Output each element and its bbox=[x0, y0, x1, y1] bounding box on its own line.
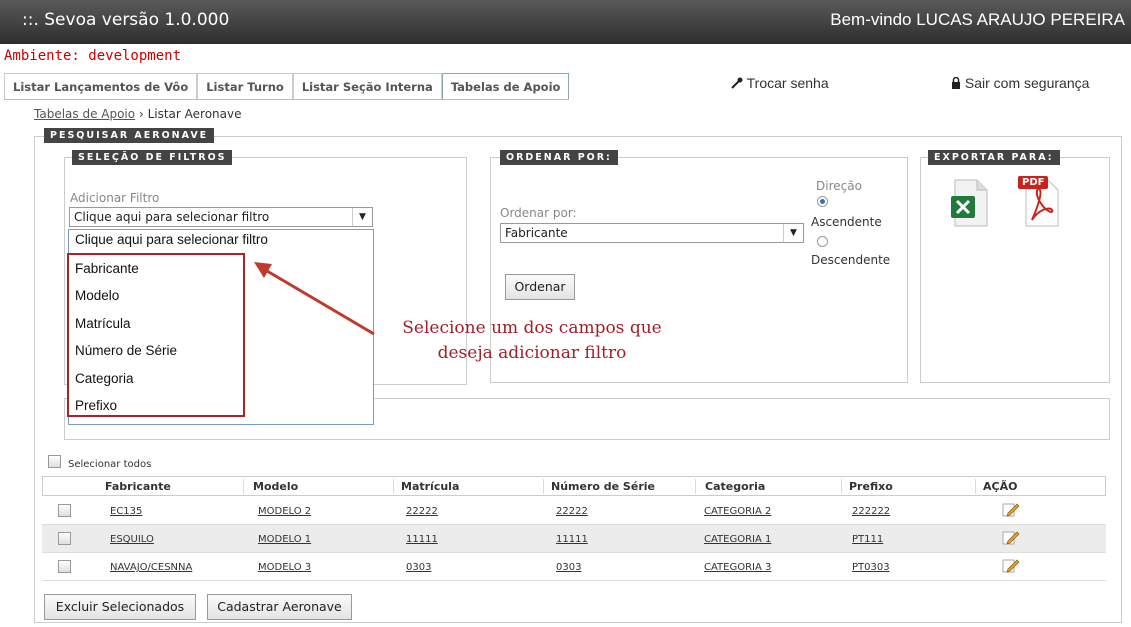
pdf-badge: PDF bbox=[1018, 176, 1049, 189]
select-all-label: Selecionar todos bbox=[68, 459, 152, 470]
row-checkbox[interactable] bbox=[58, 532, 71, 545]
descending-label: Descendente bbox=[811, 253, 891, 267]
select-all-checkbox[interactable] bbox=[48, 455, 61, 468]
cell-modelo[interactable]: MODELO 2 bbox=[258, 506, 311, 517]
column-header[interactable]: Categoria bbox=[705, 480, 765, 493]
export-section-legend: EXPORTAR PARA: bbox=[928, 150, 1060, 165]
edit-icon[interactable] bbox=[1002, 557, 1020, 573]
annotation-line-1: Selecione um dos campos que bbox=[402, 318, 662, 338]
welcome-message: Bem-vindo LUCAS ARAUJO PEREIRA bbox=[830, 10, 1125, 29]
filter-select[interactable]: Clique aqui para selecionar filtro ▼ bbox=[69, 207, 373, 227]
add-filter-label: Adicionar Filtro bbox=[70, 191, 160, 205]
app-title: ::. Sevoa versão 1.0.000 bbox=[22, 10, 230, 30]
column-header[interactable]: Modelo bbox=[253, 480, 298, 493]
order-by-label: Ordenar por: bbox=[500, 206, 577, 220]
cell-categoria[interactable]: CATEGORIA 1 bbox=[704, 534, 771, 545]
edit-icon[interactable] bbox=[1002, 529, 1020, 545]
excel-icon[interactable] bbox=[949, 178, 989, 228]
lock-icon bbox=[952, 76, 960, 89]
annotation-highlight-box bbox=[67, 253, 245, 417]
annotation-line-2: deseja adicionar filtro bbox=[437, 343, 627, 363]
cell-prefixo[interactable]: 222222 bbox=[852, 506, 890, 517]
register-aircraft-button[interactable]: Cadastrar Aeronave bbox=[207, 594, 352, 620]
environment-label: Ambiente: development bbox=[4, 48, 182, 64]
top-bar: ::. Sevoa versão 1.0.000 Bem-vindo LUCAS… bbox=[0, 0, 1131, 44]
filter-section-legend: SELEÇÃO DE FILTROS bbox=[72, 150, 233, 165]
row-checkbox[interactable] bbox=[58, 560, 71, 573]
cell-numero-serie[interactable]: 22222 bbox=[556, 506, 588, 517]
order-button[interactable]: Ordenar bbox=[505, 274, 575, 300]
chevron-down-icon: ▼ bbox=[783, 224, 803, 242]
order-section-legend: ORDENAR POR: bbox=[500, 150, 618, 165]
column-header[interactable]: Número de Série bbox=[551, 480, 655, 493]
logout-label: Sair com segurança bbox=[964, 75, 1090, 91]
column-header[interactable]: Fabricante bbox=[105, 480, 171, 493]
cell-categoria[interactable]: CATEGORIA 3 bbox=[704, 562, 771, 573]
change-password-link[interactable]: Trocar senha bbox=[731, 75, 829, 91]
order-by-select-value: Fabricante bbox=[505, 226, 568, 240]
delete-selected-button[interactable]: Excluir Selecionados bbox=[44, 594, 196, 620]
annotation-arrow bbox=[254, 262, 375, 336]
table-row: EC135 MODELO 2 22222 22222 CATEGORIA 2 2… bbox=[42, 497, 1106, 525]
table-row: NAVAJO/CESNNA MODELO 3 0303 0303 CATEGOR… bbox=[42, 553, 1106, 581]
ascending-radio[interactable] bbox=[817, 196, 828, 207]
cell-numero-serie[interactable]: 0303 bbox=[556, 562, 581, 573]
cell-modelo[interactable]: MODELO 3 bbox=[258, 562, 311, 573]
tab-listar-turno[interactable]: Listar Turno bbox=[197, 73, 293, 99]
filter-option-placeholder[interactable]: Clique aqui para selecionar filtro bbox=[75, 232, 268, 247]
breadcrumb-separator: › bbox=[138, 107, 144, 121]
breadcrumb-current: Listar Aeronave bbox=[147, 107, 242, 121]
filter-select-value: Clique aqui para selecionar filtro bbox=[74, 210, 270, 224]
table-header: Fabricante Modelo Matrícula Número de Sé… bbox=[42, 476, 1106, 496]
tab-tabelas-de-apoio[interactable]: Tabelas de Apoio bbox=[441, 73, 570, 99]
order-by-select[interactable]: Fabricante ▼ bbox=[500, 223, 804, 243]
cell-prefixo[interactable]: PT111 bbox=[852, 534, 883, 545]
cell-categoria[interactable]: CATEGORIA 2 bbox=[704, 506, 771, 517]
edit-icon[interactable] bbox=[1002, 501, 1020, 517]
tab-listar-secao-interna[interactable]: Listar Seção Interna bbox=[292, 73, 442, 99]
table-row: ESQUILO MODELO 1 11111 11111 CATEGORIA 1… bbox=[42, 525, 1106, 553]
logout-link[interactable]: Sair com segurança bbox=[951, 75, 1089, 91]
ascending-label: Ascendente bbox=[811, 215, 882, 229]
cell-modelo[interactable]: MODELO 1 bbox=[258, 534, 311, 545]
breadcrumb-parent[interactable]: Tabelas de Apoio bbox=[34, 107, 135, 121]
cell-fabricante[interactable]: ESQUILO bbox=[110, 534, 154, 545]
column-header: AÇÃO bbox=[983, 480, 1018, 493]
cell-fabricante[interactable]: EC135 bbox=[110, 506, 142, 517]
annotation-text: Selecione um dos campos que deseja adici… bbox=[372, 316, 692, 366]
cell-numero-serie[interactable]: 11111 bbox=[556, 534, 588, 545]
column-header[interactable]: Matrícula bbox=[401, 480, 459, 493]
tab-listar-lancamentos[interactable]: Listar Lançamentos de Vôo bbox=[4, 73, 198, 99]
column-header[interactable]: Prefixo bbox=[849, 480, 893, 493]
main-tabs: Listar Lançamentos de Vôo Listar Turno L… bbox=[4, 73, 570, 100]
cell-matricula[interactable]: 22222 bbox=[406, 506, 438, 517]
cell-matricula[interactable]: 0303 bbox=[406, 562, 431, 573]
key-icon bbox=[731, 77, 743, 89]
cell-fabricante[interactable]: NAVAJO/CESNNA bbox=[110, 562, 192, 573]
chevron-down-icon: ▼ bbox=[352, 208, 372, 226]
row-checkbox[interactable] bbox=[58, 504, 71, 517]
change-password-label: Trocar senha bbox=[746, 75, 829, 91]
search-panel-legend: PESQUISAR AERONAVE bbox=[44, 128, 215, 143]
breadcrumb: Tabelas de Apoio › Listar Aeronave bbox=[34, 107, 242, 121]
cell-matricula[interactable]: 11111 bbox=[406, 534, 438, 545]
pdf-icon[interactable]: PDF bbox=[1018, 176, 1062, 228]
direction-label: Direção bbox=[816, 179, 862, 193]
cell-prefixo[interactable]: PT0303 bbox=[852, 562, 890, 573]
descending-radio[interactable] bbox=[817, 236, 828, 247]
